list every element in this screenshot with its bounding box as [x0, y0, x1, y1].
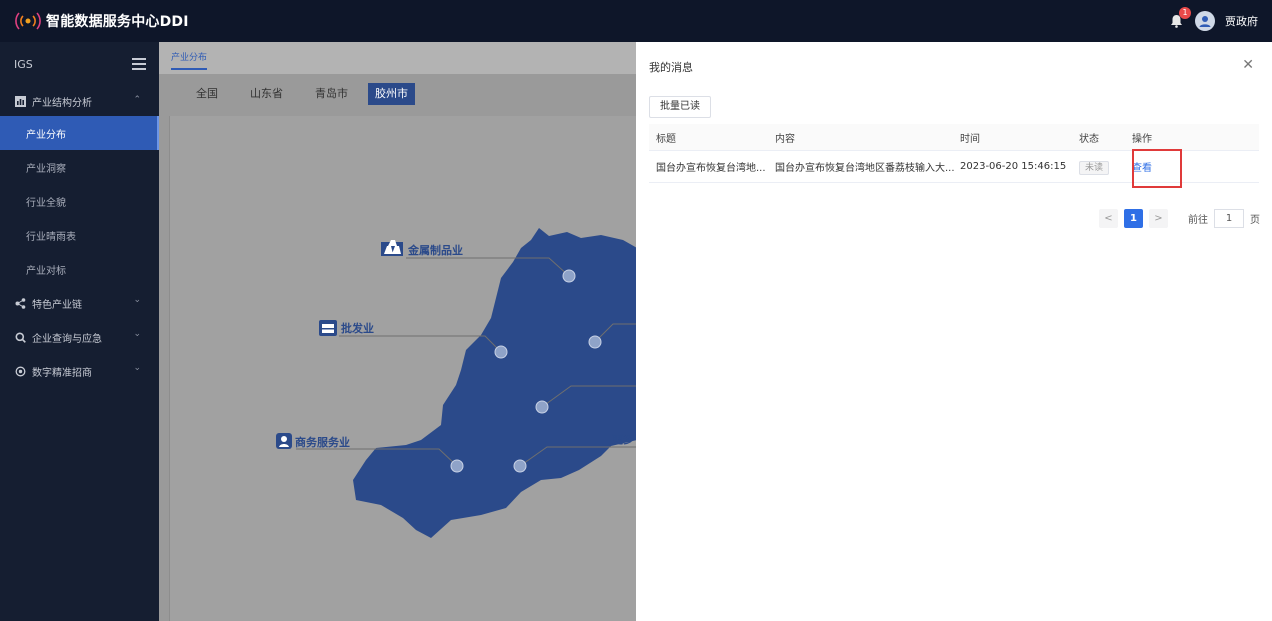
map-card: 金属制品业 批发业 商务服务业 更多 — [169, 116, 646, 621]
industry-map: 金属制品业 批发业 商务服务业 更多 — [276, 228, 637, 538]
column-header-content: 内容 — [775, 133, 795, 145]
page-suffix-label: 页 — [1250, 215, 1260, 226]
cell-time: 2023-06-20 15:46:15 — [960, 161, 1067, 172]
avatar[interactable] — [1195, 11, 1215, 31]
messages-drawer: 我的消息 ✕ 批量已读 标题 内容 时间 状态 操作 国台办宣布恢复台湾地...… — [636, 42, 1272, 621]
map-label-wholesale: 批发业 — [341, 321, 374, 335]
metal-products-icon — [381, 240, 403, 256]
notification-bell-icon[interactable]: 1 — [1167, 7, 1191, 30]
map-label-more: 更多 — [612, 432, 634, 446]
main-content: 产业分布 全国 山东省 青岛市 胶州市 金属制品业 批发业 商务服务业 更多 — [159, 42, 646, 621]
wholesale-icon — [319, 320, 337, 336]
map-label-business: 商务服务业 — [295, 435, 350, 449]
column-header-action: 操作 — [1132, 133, 1152, 145]
column-header-title: 标题 — [656, 133, 676, 145]
prev-page-button[interactable]: < — [1099, 209, 1118, 228]
goto-page-input[interactable]: 1 — [1214, 209, 1244, 228]
cell-title: 国台办宣布恢复台湾地... — [656, 163, 766, 174]
highlight-box — [1132, 149, 1182, 188]
map-label-metal: 金属制品业 — [407, 243, 463, 257]
batch-mark-read-button[interactable]: 批量已读 — [649, 96, 711, 118]
page-number-current[interactable]: 1 — [1124, 209, 1143, 228]
column-header-status: 状态 — [1079, 133, 1099, 145]
table-header: 标题 内容 时间 状态 操作 — [649, 124, 1259, 151]
next-page-button[interactable]: > — [1149, 209, 1168, 228]
column-header-time: 时间 — [960, 133, 980, 145]
drawer-title: 我的消息 — [649, 61, 693, 74]
user-name[interactable]: 贾政府 — [1225, 13, 1258, 29]
status-badge: 未读 — [1079, 161, 1110, 175]
cell-content: 国台办宣布恢复台湾地区番荔枝输入大... — [775, 163, 955, 174]
notification-badge: 1 — [1179, 7, 1191, 19]
goto-label: 前往 — [1188, 215, 1208, 226]
top-right-actions: 1 贾政府 — [1167, 0, 1258, 42]
pagination: < 1 > 前往 1 页 — [1099, 209, 1260, 228]
close-icon[interactable]: ✕ — [1242, 57, 1254, 73]
jiaozhou-region-shape — [353, 228, 637, 538]
business-service-icon — [276, 433, 292, 449]
